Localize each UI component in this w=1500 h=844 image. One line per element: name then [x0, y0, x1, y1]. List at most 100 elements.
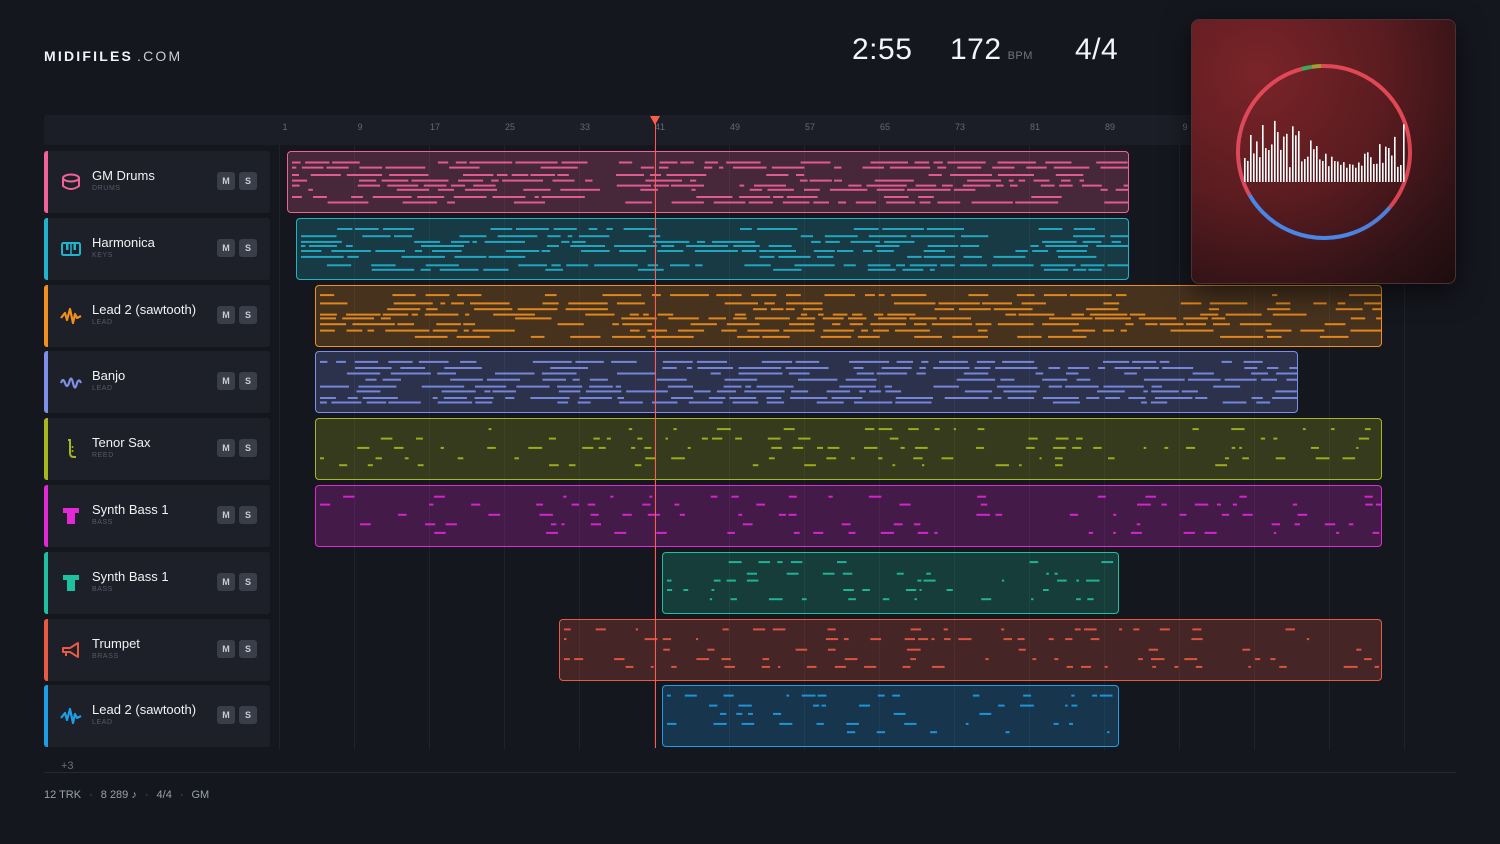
midi-clip[interactable] [296, 218, 1129, 280]
solo-button[interactable]: S [239, 573, 257, 591]
visualizer-bar [1367, 152, 1369, 182]
footer-summary: 12 TRK · 8 289 ♪ · 4/4 · GM [44, 789, 209, 801]
track-category: BRASS [92, 653, 119, 660]
note-pattern [667, 694, 1113, 734]
midi-clip[interactable] [559, 619, 1382, 681]
wave-icon [59, 371, 83, 393]
track-category: LEAD [92, 319, 113, 326]
solo-button[interactable]: S [239, 372, 257, 390]
ruler-tick-label: 1 [282, 122, 288, 132]
visualizer-bar [1364, 153, 1366, 182]
visualizer-bar [1328, 166, 1330, 182]
solo-button[interactable]: S [239, 239, 257, 257]
visualizer-bar [1277, 132, 1279, 182]
midi-clip[interactable] [315, 285, 1382, 347]
track-name: Synth Bass 1 [92, 502, 169, 517]
track-color-stripe [44, 418, 48, 480]
album-art-visualizer [1191, 19, 1456, 284]
mute-button[interactable]: M [217, 573, 235, 591]
track-header[interactable]: Trumpet BRASS M S [44, 619, 270, 681]
ruler-tick-label: 65 [879, 122, 891, 132]
visualizer-bar [1283, 136, 1285, 182]
track-color-stripe [44, 218, 48, 280]
solo-button[interactable]: S [239, 640, 257, 658]
solo-button[interactable]: S [239, 706, 257, 724]
solo-button[interactable]: S [239, 306, 257, 324]
bar-gridline [279, 145, 280, 750]
mute-button[interactable]: M [217, 239, 235, 257]
note-pattern [320, 360, 1297, 404]
mute-button[interactable]: M [217, 439, 235, 457]
logo: MIDIFILES .COM [44, 48, 182, 64]
track-category: KEYS [92, 252, 114, 259]
midi-clip[interactable] [315, 418, 1382, 480]
solo-button[interactable]: S [239, 439, 257, 457]
midi-clip[interactable] [662, 552, 1119, 614]
visualizer-bar [1244, 158, 1246, 182]
ruler-tick-label: 49 [729, 122, 741, 132]
logo-domain: .COM [137, 48, 183, 64]
track-header[interactable]: GM Drums DRUMS M S [44, 151, 270, 213]
ruler-tick-label: 89 [1104, 122, 1116, 132]
track-header[interactable]: Banjo LEAD M S [44, 351, 270, 413]
mute-button[interactable]: M [217, 306, 235, 324]
visualizer-bar [1397, 166, 1399, 182]
ruler-tick-label: 57 [804, 122, 816, 132]
track-header[interactable]: Synth Bass 1 BASS M S [44, 485, 270, 547]
footer-signature: 4/4 [156, 789, 172, 801]
playhead[interactable] [655, 122, 656, 748]
track-header[interactable]: Lead 2 (sawtooth) LEAD M S [44, 685, 270, 747]
footer-separator: · [89, 789, 93, 801]
visualizer-bar [1346, 167, 1348, 182]
track-color-stripe [44, 485, 48, 547]
mute-button[interactable]: M [217, 706, 235, 724]
track-header[interactable]: Harmonica KEYS M S [44, 218, 270, 280]
mute-button[interactable]: M [217, 172, 235, 190]
tempo-value: 172 [950, 33, 1002, 66]
visualizer-bar [1382, 162, 1384, 182]
mute-button[interactable]: M [217, 372, 235, 390]
visualizer-bar [1352, 164, 1354, 182]
track-header[interactable]: Tenor Sax REED M S [44, 418, 270, 480]
track-category: BASS [92, 586, 114, 593]
visualizer-bar [1337, 161, 1339, 182]
more-tracks-indicator[interactable]: +3 [61, 760, 74, 772]
track-header[interactable]: Synth Bass 1 BASS M S [44, 552, 270, 614]
visualizer-ring-segment [1241, 66, 1303, 124]
midi-clip[interactable] [662, 685, 1119, 747]
solo-button[interactable]: S [239, 172, 257, 190]
track-header[interactable]: Lead 2 (sawtooth) LEAD M S [44, 285, 270, 347]
playhead-marker-icon[interactable] [650, 116, 660, 125]
footer-separator: · [144, 789, 149, 801]
midi-clip[interactable] [287, 151, 1129, 213]
visualizer-bar [1388, 148, 1390, 182]
visualizer-bar [1340, 164, 1342, 182]
visualizer-bar [1265, 148, 1267, 182]
visualizer-bar [1316, 146, 1318, 182]
keyboard-icon [60, 238, 82, 260]
solo-button[interactable]: S [239, 506, 257, 524]
visualizer-ring-segment [1311, 64, 1322, 69]
sawtooth-wave-icon [60, 305, 82, 327]
ruler-tick-label: 9 [1182, 122, 1188, 132]
saxophone-icon [60, 438, 82, 460]
mute-button[interactable]: M [217, 640, 235, 658]
visualizer-bar [1370, 157, 1372, 182]
midi-clip[interactable] [315, 485, 1382, 547]
mute-button[interactable]: M [217, 506, 235, 524]
visualizer-bar [1256, 141, 1258, 182]
visualizer-bar [1289, 167, 1291, 182]
track-name: GM Drums [92, 168, 155, 183]
note-pattern [667, 561, 1114, 601]
visualizer-bar [1349, 164, 1351, 182]
visualizer-ring-segment [1236, 121, 1252, 196]
midi-clip[interactable] [315, 351, 1298, 413]
visualizer-bar [1376, 163, 1378, 182]
circular-visualizer-icon [1236, 64, 1412, 240]
note-pattern [320, 428, 1371, 467]
visualizer-bar [1334, 161, 1336, 182]
drum-icon [60, 171, 82, 193]
visualizer-bar [1286, 133, 1288, 182]
track-name: Tenor Sax [92, 435, 151, 450]
visualizer-bar [1268, 150, 1270, 182]
